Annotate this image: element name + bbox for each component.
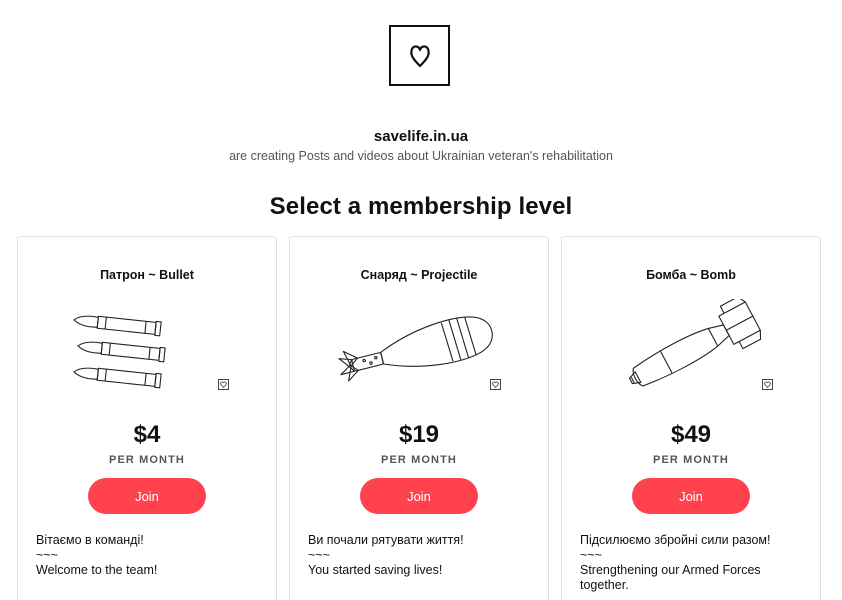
- tier-name: Бомба ~ Bomb: [646, 268, 736, 282]
- bomb-illustration: [629, 299, 762, 387]
- description-en: You started saving lives!: [308, 563, 443, 577]
- tier-description: Вітаємо в команді! ~~~ Welcome to the te…: [36, 533, 261, 578]
- tier-card-projectile: Снаряд ~ Projectile $19 PER MONTH Join В…: [289, 236, 549, 600]
- tier-period: PER MONTH: [653, 454, 729, 466]
- tier-period: PER MONTH: [381, 454, 457, 466]
- tier-name: Снаряд ~ Projectile: [360, 268, 478, 282]
- description-ua: Вітаємо в команді!: [36, 533, 144, 547]
- join-button[interactable]: Join: [360, 478, 478, 514]
- bullets-illustration: [73, 315, 166, 389]
- description-separator: ~~~: [36, 548, 58, 562]
- section-title: Select a membership level: [269, 193, 573, 220]
- heart-icon: [409, 44, 430, 67]
- tier-card-bomb: Бомба ~ Bomb $49 PER MONTH Join Підсилює…: [561, 236, 821, 600]
- mortar-shell-illustration: [338, 316, 493, 382]
- tier-price: $49: [670, 421, 712, 448]
- join-button[interactable]: Join: [632, 478, 750, 514]
- patron-badge-icon: [490, 379, 501, 390]
- tier-description: Підсилюємо збройні сили разом! ~~~ Stren…: [580, 533, 805, 593]
- tier-description: Ви почали рятувати життя! ~~~ You starte…: [308, 533, 533, 578]
- tier-period: PER MONTH: [109, 454, 185, 466]
- patron-badge-icon: [762, 379, 773, 390]
- patron-badge-icon: [218, 379, 229, 390]
- tier-card-bullet: Патрон ~ Bullet $4 PER MONTH Join Вітаєм…: [17, 236, 277, 600]
- description-ua: Ви почали рятувати життя!: [308, 533, 464, 547]
- tier-price: $19: [398, 421, 440, 448]
- creator-logo: [389, 25, 450, 86]
- creator-description: are creating Posts and videos about Ukra…: [229, 149, 613, 163]
- description-en: Welcome to the team!: [36, 563, 158, 577]
- tier-name: Патрон ~ Bullet: [100, 268, 194, 282]
- description-ua: Підсилюємо збройні сили разом!: [580, 533, 771, 547]
- description-separator: ~~~: [308, 548, 330, 562]
- creator-name: savelife.in.ua: [373, 128, 469, 145]
- description-separator: ~~~: [580, 548, 602, 562]
- tier-price: $4: [133, 421, 161, 448]
- description-en: Strengthening our Armed Forces together.: [580, 563, 765, 592]
- join-button[interactable]: Join: [88, 478, 206, 514]
